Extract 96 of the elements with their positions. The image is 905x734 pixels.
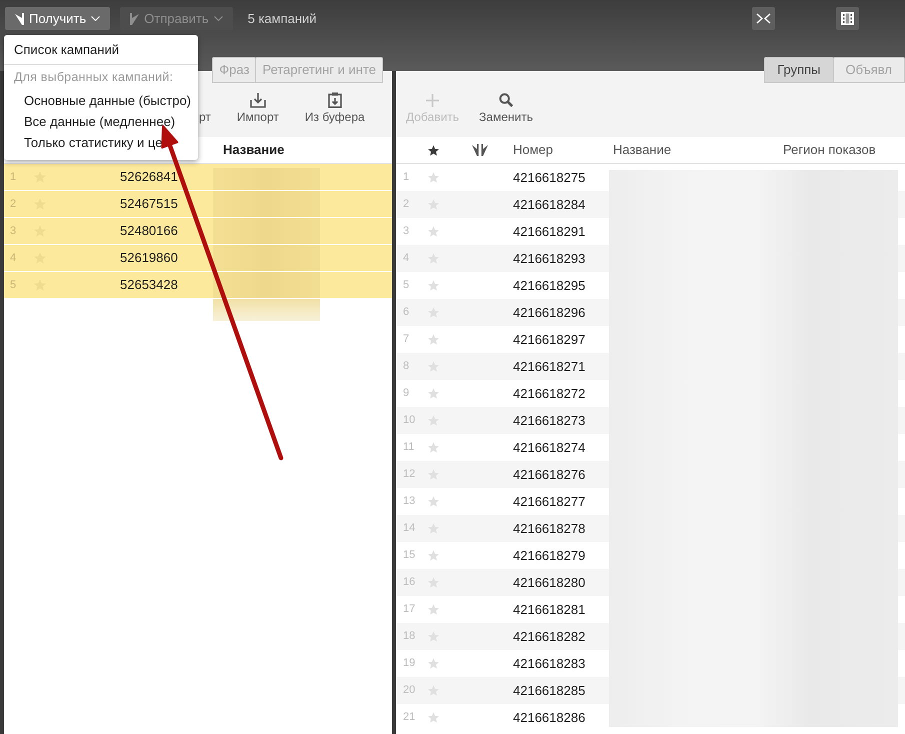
get-button[interactable]: Получить <box>5 7 110 30</box>
table-cell-text: 4216618293 <box>512 250 586 268</box>
row-number: 7 <box>402 332 410 348</box>
star-icon[interactable] <box>428 280 439 291</box>
star-icon[interactable] <box>428 712 439 723</box>
row-number: 5 <box>402 278 410 294</box>
menu-item[interactable]: Все данные (медленнее) <box>4 111 198 132</box>
table-cell-text: 52653428 <box>119 276 179 294</box>
column-header[interactable]: Название <box>215 140 284 160</box>
receive-icon <box>15 12 24 24</box>
star-icon[interactable] <box>428 226 439 237</box>
column-header[interactable]: Название <box>605 140 775 160</box>
table-cell-text: 4216618273 <box>512 412 586 430</box>
table-cell-text: 52626841 <box>119 168 179 186</box>
campaign-count: 5 кампаний <box>248 10 317 28</box>
toolbar-button[interactable]: Импорт <box>236 83 279 137</box>
table-row[interactable]: 10 4216618273 <box>396 407 905 434</box>
table-cell-text: 52480166 <box>119 222 179 240</box>
table-row[interactable]: 6 4216618296 <box>396 299 905 326</box>
star-icon[interactable] <box>428 496 439 507</box>
table-cell-text: 52467515 <box>119 195 179 214</box>
table-row[interactable]: 14 4216618278 <box>396 515 905 542</box>
clipboard-icon <box>328 92 342 108</box>
row-number: 9 <box>402 386 410 402</box>
transfer-icon[interactable] <box>472 144 488 156</box>
table-cell-text: 4216618271 <box>512 358 586 376</box>
table-row[interactable]: 20 4216618285 <box>396 677 905 704</box>
star-icon[interactable] <box>428 172 439 183</box>
send-icon <box>130 12 140 24</box>
toolbar-button[interactable]: Из буфера <box>304 83 365 137</box>
table-cell-text: 4216618279 <box>512 546 586 565</box>
table-cell-text: 4216618286 <box>512 708 586 727</box>
table-cell-text: 4216618285 <box>512 682 586 700</box>
table-cell-text: 4216618272 <box>512 384 586 403</box>
table-cell-text: 4216618297 <box>512 330 586 349</box>
column-header[interactable]: Номер <box>505 140 605 160</box>
table-row[interactable]: 16 4216618280 <box>396 569 905 596</box>
tray-arrow-icon <box>250 92 266 108</box>
row-number: 6 <box>402 305 410 320</box>
row-number: 12 <box>402 467 416 482</box>
table-row[interactable]: 12 4216618276 <box>396 461 905 488</box>
star-icon[interactable] <box>428 658 439 669</box>
plus-icon <box>426 94 440 106</box>
row-number: 16 <box>402 575 416 590</box>
row-number: 18 <box>402 629 416 644</box>
star-icon[interactable] <box>428 604 439 615</box>
table-cell-text: 4216618284 <box>512 196 586 214</box>
row-number: 11 <box>402 440 416 456</box>
chevron-down-icon <box>214 16 223 21</box>
menu-item[interactable]: Только статистику и це <box>4 132 198 153</box>
table-cell-text: 4216618280 <box>512 574 586 592</box>
star-icon[interactable] <box>428 334 439 345</box>
menu-heading: Для выбранных кампаний: <box>13 69 174 86</box>
row-number: 21 <box>402 710 416 726</box>
row-number: 4 <box>402 251 410 266</box>
row-number: 17 <box>402 602 416 618</box>
chevron-down-icon <box>91 16 100 21</box>
row-number: 3 <box>402 224 410 240</box>
star-icon[interactable] <box>428 388 439 399</box>
search-icon <box>499 93 514 107</box>
table-cell-text: 4216618274 <box>512 438 586 457</box>
row-number: 8 <box>402 359 410 374</box>
table-cell-text: 4216618277 <box>512 492 586 511</box>
collapse-icon[interactable] <box>752 7 775 30</box>
table-cell-text: 4216618281 <box>512 600 586 619</box>
table-cell-text: 4216618295 <box>512 276 586 295</box>
table-row[interactable]: 2 4216618284 <box>396 191 905 218</box>
tab[interactable]: Группы <box>764 57 834 83</box>
toolbar-button[interactable]: рт <box>199 83 211 137</box>
star-icon[interactable] <box>428 144 439 156</box>
menu-item[interactable]: Основные данные (быстро) <box>4 90 198 111</box>
row-number: 19 <box>402 656 416 672</box>
table-row[interactable]: 8 4216618271 <box>396 353 905 380</box>
film-icon[interactable] <box>836 7 859 30</box>
row-number: 20 <box>402 683 416 698</box>
star-icon[interactable] <box>428 550 439 561</box>
row-number: 10 <box>402 413 416 428</box>
column-header[interactable]: Регион показов <box>775 140 876 160</box>
table-cell-text: 4216618283 <box>512 654 586 673</box>
toolbar-button[interactable]: Заменить <box>479 83 533 137</box>
table-row[interactable]: 18 4216618282 <box>396 623 905 650</box>
table-cell-text: 4216618275 <box>512 168 586 187</box>
row-number: 1 <box>402 170 410 186</box>
row-number: 15 <box>402 548 416 564</box>
table-cell-text: 4216618296 <box>512 304 586 322</box>
menu-item[interactable]: Список кампаний <box>4 40 198 60</box>
row-number: 14 <box>402 521 416 536</box>
table-cell-text: 52619860 <box>119 249 179 268</box>
table-cell-text: 4216618276 <box>512 466 586 484</box>
table-cell-text: 4216618291 <box>512 222 586 241</box>
row-number: 13 <box>402 494 416 510</box>
star-icon[interactable] <box>428 442 439 453</box>
table-row[interactable]: 4 4216618293 <box>396 245 905 272</box>
table-cell-text: 4216618278 <box>512 520 586 538</box>
row-number: 2 <box>402 197 410 212</box>
table-cell-text: 4216618282 <box>512 628 586 646</box>
